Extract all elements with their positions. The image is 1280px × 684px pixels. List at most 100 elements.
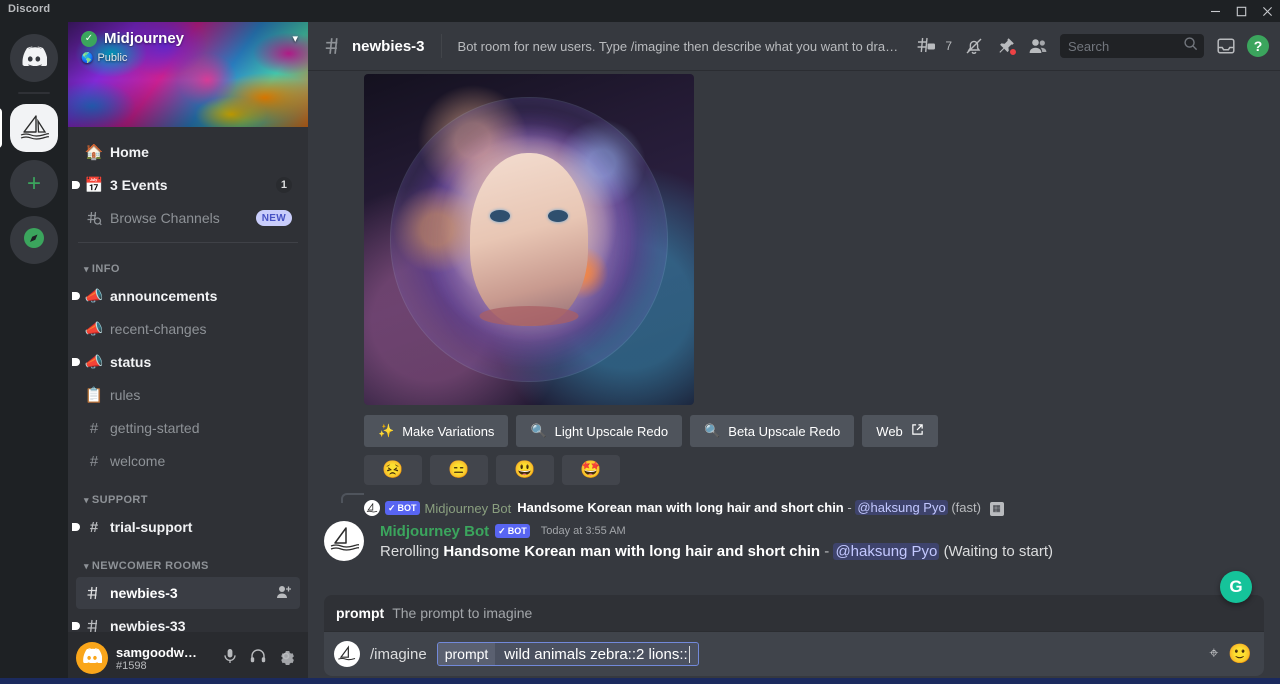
button-label: Light Upscale Redo xyxy=(554,423,669,439)
sidebar-item-announcements[interactable]: 📣 announcements xyxy=(72,280,300,312)
minimize-button[interactable] xyxy=(1202,0,1228,22)
message[interactable]: Midjourney Bot ✓ BOT Today at 3:55 AM Rer… xyxy=(308,519,1280,562)
reply-reference[interactable]: ✓ BOT Midjourney Bot Handsome Korean man … xyxy=(308,485,1280,517)
sidebar-item-trial-support[interactable]: # trial-support xyxy=(72,511,300,543)
generated-image[interactable] xyxy=(364,74,694,405)
reply-prompt: Handsome Korean man with long hair and s… xyxy=(517,500,844,516)
sidebar-item-server-midjourney[interactable] xyxy=(0,104,58,152)
magnifier-icon: 🔍 xyxy=(704,423,721,438)
reaction-button[interactable]: 😣 xyxy=(364,455,422,485)
reply-suffix: (fast) xyxy=(951,500,981,516)
reaction-button[interactable]: 😃 xyxy=(496,455,554,485)
inbox-icon[interactable] xyxy=(1212,32,1240,60)
header-actions: 7 Search ? xyxy=(912,32,1272,60)
parameter-value[interactable]: wild animals zebra::2 lions:: xyxy=(495,646,687,663)
user-info[interactable]: samgoodw… #1598 xyxy=(116,645,216,672)
sidebar-item-events[interactable]: 📅 3 Events 1 xyxy=(72,169,300,201)
message-author[interactable]: Midjourney Bot xyxy=(380,523,489,540)
category-info[interactable]: ▾ INFO xyxy=(68,247,308,279)
threads-count: 7 xyxy=(945,39,952,53)
help-icon[interactable]: ? xyxy=(1244,32,1272,60)
sidebar-item-home[interactable]: 🏠 Home xyxy=(76,136,300,168)
midjourney-sailboat-icon xyxy=(329,525,360,558)
sidebar-item-label: welcome xyxy=(110,453,166,469)
sidebar-item-recent-changes[interactable]: 📣 recent-changes xyxy=(76,313,300,345)
unread-indicator xyxy=(72,292,80,300)
threads-icon[interactable] xyxy=(912,32,940,60)
emoji-icon[interactable]: 🙂 xyxy=(1228,642,1252,666)
command-parameter[interactable]: prompt wild animals zebra::2 lions:: xyxy=(436,642,699,666)
hash-icon: # xyxy=(89,452,99,470)
channel-list[interactable]: 🏠 Home 📅 3 Events 1 Browse Channels NEW … xyxy=(68,127,308,632)
reply-author[interactable]: Midjourney Bot xyxy=(425,501,512,516)
reaction-button[interactable]: 😑 xyxy=(430,455,488,485)
message-composer[interactable]: /imagine prompt wild animals zebra::2 li… xyxy=(324,632,1264,676)
sidebar-item-getting-started[interactable]: # getting-started xyxy=(76,412,300,444)
verified-check-icon: ✓ xyxy=(81,30,97,47)
parameter-key: prompt xyxy=(437,643,496,665)
grammarly-icon[interactable]: G xyxy=(1220,571,1252,603)
add-server-button[interactable]: + xyxy=(10,160,58,208)
server-privacy-label: Public xyxy=(97,52,128,64)
close-button[interactable] xyxy=(1254,0,1280,22)
unread-indicator xyxy=(72,523,80,531)
page-title: newbies-3 xyxy=(352,37,425,55)
avatar[interactable] xyxy=(324,521,364,561)
avatar[interactable] xyxy=(76,642,108,674)
sidebar-item-label: Browse Channels xyxy=(110,210,220,226)
beta-upscale-redo-button[interactable]: 🔍 Beta Upscale Redo xyxy=(690,415,855,447)
member-list-icon[interactable] xyxy=(1024,32,1052,60)
hash-thread-icon xyxy=(324,36,344,56)
sidebar-item-label: status xyxy=(110,354,152,370)
pinned-messages-icon[interactable] xyxy=(992,32,1020,60)
calendar-icon: 📅 xyxy=(84,177,104,194)
server-privacy: 🌎 Public xyxy=(81,52,127,64)
chevron-down-icon[interactable]: ▾ xyxy=(292,32,298,45)
web-button[interactable]: Web xyxy=(862,415,938,447)
sidebar-item-status[interactable]: 📣 status xyxy=(72,346,300,378)
button-label: Web xyxy=(876,423,903,439)
sidebar-item-welcome[interactable]: # welcome xyxy=(76,445,300,477)
channel-header: newbies-3 Bot room for new users. Type /… xyxy=(308,22,1280,70)
category-support[interactable]: ▾ SUPPORT xyxy=(68,478,308,510)
new-badge: NEW xyxy=(255,210,292,226)
sidebar-item-label: 3 Events xyxy=(110,177,168,193)
command-autocomplete[interactable]: prompt The prompt to imagine xyxy=(324,595,1264,632)
category-label: NEWCOMER ROOMS xyxy=(91,560,209,572)
explore-servers-button[interactable] xyxy=(10,216,58,264)
window-controls xyxy=(1202,0,1280,22)
chevron-down-icon: ▾ xyxy=(84,263,89,274)
mute-button[interactable] xyxy=(216,644,244,672)
sidebar-item-label: trial-support xyxy=(110,519,193,535)
user-mention[interactable]: @haksung Pyo xyxy=(855,500,948,516)
message-status: (Waiting to start) xyxy=(943,543,1054,560)
sidebar-item-newbies-3[interactable]: newbies-3 xyxy=(76,577,300,609)
discord-icon xyxy=(21,45,48,71)
deafen-button[interactable] xyxy=(244,644,272,672)
sidebar-item-label: newbies-3 xyxy=(110,585,178,601)
sidebar-item-rules[interactable]: 📋 rules xyxy=(76,379,300,411)
sidebar-item-discord-home[interactable] xyxy=(10,34,58,82)
server-banner[interactable]: ✓ Midjourney ▾ 🌎 Public xyxy=(68,22,308,127)
server-name: Midjourney xyxy=(104,30,185,47)
bot-badge: ✓ BOT xyxy=(495,524,530,538)
add-member-icon[interactable] xyxy=(276,584,292,603)
search-box[interactable] xyxy=(1060,34,1204,58)
server-header[interactable]: ✓ Midjourney ▾ xyxy=(81,30,298,47)
sidebar-divider xyxy=(78,242,298,243)
make-variations-button[interactable]: ✨ Make Variations xyxy=(364,415,509,447)
category-newcomer-rooms[interactable]: ▾ NEWCOMER ROOMS xyxy=(68,544,308,576)
help-glyph: ? xyxy=(1247,35,1269,57)
light-upscale-redo-button[interactable]: 🔍 Light Upscale Redo xyxy=(516,415,683,447)
sidebar-item-browse-channels[interactable]: Browse Channels NEW xyxy=(76,202,300,234)
reaction-button[interactable]: 🤩 xyxy=(562,455,620,485)
message-list[interactable]: ✨ Make Variations 🔍 Light Upscale Redo 🔍… xyxy=(308,70,1280,595)
user-mention[interactable]: @haksung Pyo xyxy=(833,543,940,560)
search-icon xyxy=(1183,36,1198,56)
user-settings-button[interactable] xyxy=(272,644,300,672)
search-input[interactable] xyxy=(1068,38,1183,54)
notification-muted-icon[interactable] xyxy=(960,32,988,60)
maximize-button[interactable] xyxy=(1228,0,1254,22)
plus-icon: + xyxy=(26,170,41,197)
sidebar-item-newbies-33[interactable]: newbies-33 xyxy=(72,610,300,632)
